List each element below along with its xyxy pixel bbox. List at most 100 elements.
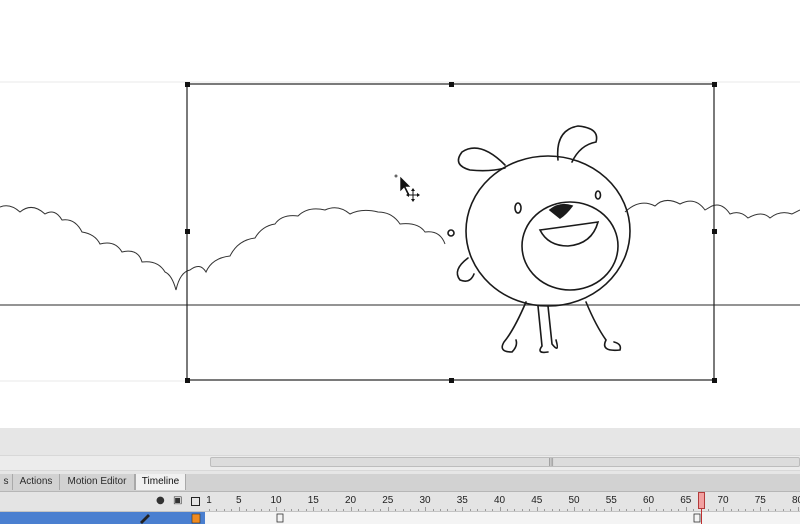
frame-tick xyxy=(603,509,605,511)
frame-tick xyxy=(588,509,590,511)
frame-tick xyxy=(499,507,501,511)
layer-color-swatch xyxy=(191,513,201,524)
dog-character xyxy=(447,125,631,354)
stage-artwork xyxy=(0,81,800,383)
handle-top-left xyxy=(185,82,190,87)
frame-tick xyxy=(313,507,315,511)
frame-tick xyxy=(678,509,680,511)
timeline-header: ● ▣ 15101520253035404550556065707580 xyxy=(0,492,800,512)
move-cursor-icon xyxy=(399,175,420,202)
frame-tick xyxy=(223,509,225,511)
lock-icon[interactable]: ▣ xyxy=(173,496,183,506)
handle-top-right xyxy=(712,82,717,87)
frame-tick xyxy=(305,509,307,511)
handle-bottom-left xyxy=(185,378,190,383)
frame-tick xyxy=(425,507,427,511)
frame-tick xyxy=(559,509,561,511)
frame-tick xyxy=(618,509,620,511)
frame-number-5: 5 xyxy=(236,495,242,506)
frame-tick xyxy=(536,507,538,511)
frame-tick xyxy=(790,509,792,511)
handle-top-middle xyxy=(449,82,454,87)
frame-tick xyxy=(320,509,322,511)
frame-number-70: 70 xyxy=(717,495,729,506)
horizontal-scrollbar-thumb[interactable] xyxy=(210,457,800,467)
frame-number-45: 45 xyxy=(531,495,543,506)
frame-tick xyxy=(454,509,456,511)
frame-tick xyxy=(276,507,278,511)
frame-number-60: 60 xyxy=(642,495,655,506)
frame-tick xyxy=(521,509,523,511)
scrollbar-grip-icon: ||| xyxy=(548,457,554,466)
frame-number-35: 35 xyxy=(456,495,468,506)
frame-tick xyxy=(335,509,337,511)
handle-bottom-middle xyxy=(449,378,454,383)
frame-tick xyxy=(380,509,382,511)
frame-tick xyxy=(730,509,732,511)
outline-icon[interactable] xyxy=(191,497,200,506)
frame-number-80: 80 xyxy=(791,495,800,506)
frame-tick xyxy=(365,509,367,511)
frame-tick xyxy=(745,509,747,511)
frame-tick xyxy=(358,509,359,511)
frame-ruler[interactable]: 15101520253035404550556065707580 xyxy=(205,492,800,511)
frame-tick xyxy=(663,509,665,511)
handle-middle-left xyxy=(185,229,190,234)
frame-number-40: 40 xyxy=(493,495,506,506)
frame-number-30: 30 xyxy=(419,495,431,506)
frame-tick xyxy=(402,509,404,511)
panel-tab-bar: s Actions Motion Editor Timeline xyxy=(0,474,800,492)
frame-tick xyxy=(641,509,643,511)
stage-canvas[interactable] xyxy=(0,0,800,428)
playhead[interactable] xyxy=(697,492,707,524)
frame-tick xyxy=(723,507,725,511)
stage-horizontal-scroll-area: ||| xyxy=(0,428,800,474)
frame-tick xyxy=(469,509,471,511)
frame-tick xyxy=(387,507,389,511)
frame-tick xyxy=(566,509,568,511)
frame-number-65: 65 xyxy=(680,495,692,506)
frame-number-15: 15 xyxy=(307,495,319,506)
selected-layer-row[interactable] xyxy=(0,512,205,524)
frame-tick xyxy=(328,509,330,511)
tab-motion-editor[interactable]: Motion Editor xyxy=(60,474,135,490)
frame-tick xyxy=(752,509,754,511)
frame-tick xyxy=(633,509,635,511)
frame-tick xyxy=(551,509,553,511)
frame-tick xyxy=(737,509,739,511)
frame-tick xyxy=(656,509,657,511)
selection-bounding-box xyxy=(186,83,715,381)
frame-tick xyxy=(581,509,583,511)
frame-tick xyxy=(343,509,345,511)
playhead-line xyxy=(700,509,702,524)
frame-tick xyxy=(767,509,769,511)
frame-tick xyxy=(611,507,613,511)
timeline-panel: ● ▣ 15101520253035404550556065707580 xyxy=(0,492,800,524)
frame-number-50: 50 xyxy=(568,495,580,506)
tab-actions[interactable]: Actions xyxy=(13,474,60,490)
frame-tick xyxy=(477,509,479,511)
frame-tick xyxy=(238,507,240,511)
frame-tick xyxy=(410,509,412,511)
frame-tick xyxy=(246,509,248,511)
frame-tick xyxy=(395,509,397,511)
tab-partial[interactable]: s xyxy=(0,474,13,490)
tab-timeline[interactable]: Timeline xyxy=(135,474,186,490)
frame-number-75: 75 xyxy=(754,495,766,506)
frame-tick xyxy=(290,509,292,511)
frame-tick xyxy=(492,509,494,511)
frame-tick xyxy=(209,509,210,511)
frame-number-20: 20 xyxy=(344,495,357,506)
frame-tick xyxy=(216,509,218,511)
eye-icon[interactable]: ● xyxy=(156,496,166,506)
frame-tick xyxy=(261,509,263,511)
frame-tick xyxy=(484,509,486,511)
frame-number-55: 55 xyxy=(605,495,617,506)
frame-tick xyxy=(544,509,546,511)
playhead-handle xyxy=(697,492,705,509)
frame-tick xyxy=(775,509,777,511)
frame-number-10: 10 xyxy=(270,495,282,506)
frame-tick xyxy=(231,509,233,511)
frame-tick xyxy=(529,509,531,511)
bush-outline xyxy=(0,205,446,291)
